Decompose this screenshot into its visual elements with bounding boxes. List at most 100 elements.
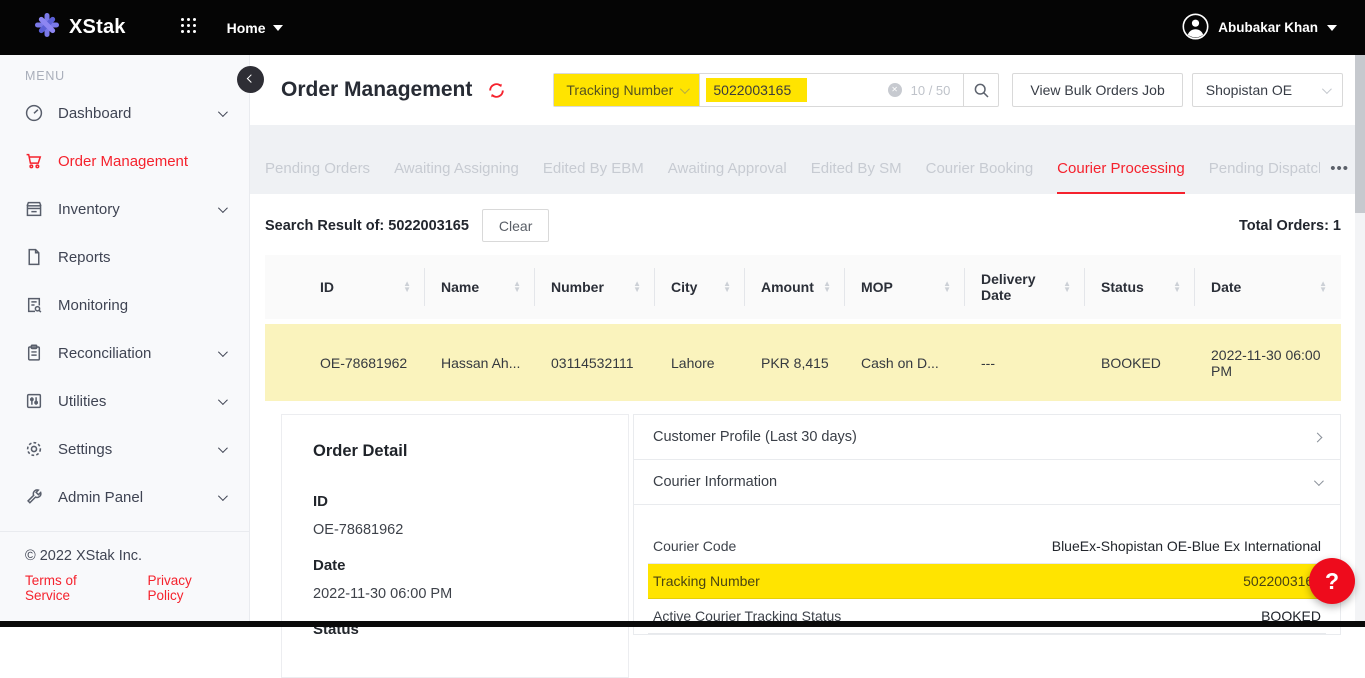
column-header-city[interactable]: City [655,255,745,319]
tracking-status-row: Active Courier Tracking Status BOOKED [648,599,1326,634]
search-button[interactable] [963,74,998,106]
collapse-sidebar-button[interactable] [237,66,264,93]
sidebar-item-monitoring[interactable]: Monitoring [0,281,249,329]
search-filter-select[interactable]: Tracking Number [554,74,700,106]
chevron-down-icon [218,203,228,213]
help-button[interactable]: ? [1309,558,1355,604]
sidebar-item-label: Order Management [58,153,225,170]
chevron-down-icon [1322,84,1332,94]
total-orders-count: Total Orders: 1 [1239,218,1341,234]
sort-icon[interactable] [1063,281,1071,293]
orders-table: ID Name Number City Amount MOP Delivery … [265,255,1341,401]
result-bar: Search Result of: 5022003165 Clear Total… [250,194,1365,253]
sidebar-footer: © 2022 XStak Inc. Terms of Service Priva… [0,531,249,627]
sidebar-item-label: Settings [58,441,203,458]
courier-information-accordion[interactable]: Courier Information [633,459,1341,505]
date-field-label: Date [313,557,597,574]
clear-search-button[interactable]: Clear [482,209,549,242]
sort-icon[interactable] [513,281,521,293]
tab-edited-by-sm[interactable]: Edited By SM [811,144,902,194]
tab-edited-by-ebm[interactable]: Edited By EBM [543,144,644,194]
sidebar-item-label: Monitoring [58,297,225,314]
tab-awaiting-assigning[interactable]: Awaiting Assigning [394,144,519,194]
sidebar-item-admin-panel[interactable]: Admin Panel [0,473,249,521]
tab-pending-dispatch[interactable]: Pending Dispatch [1209,144,1321,194]
tab-pending-orders[interactable]: Pending Orders [265,144,370,194]
sidebar-item-reports[interactable]: Reports [0,233,249,281]
sidebar-item-reconciliation[interactable]: Reconciliation [0,329,249,377]
chevron-down-icon [218,107,228,117]
customer-profile-label: Customer Profile (Last 30 days) [653,429,857,445]
search-input[interactable]: 5022003165 10 / 50 [700,74,963,106]
page-header: Order Management Tracking Number 5022003… [250,55,1365,125]
sliders-icon [25,392,43,410]
chevron-down-icon [218,395,228,405]
sort-icon[interactable] [1319,281,1327,293]
courier-information-body: Courier Code BlueEx-Shopistan OE-Blue Ex… [633,505,1341,635]
sort-icon[interactable] [723,281,731,293]
terms-of-service-link[interactable]: Terms of Service [25,573,117,603]
wrench-icon [25,488,43,506]
id-field-value: OE-78681962 [313,522,597,538]
table-row-selected[interactable]: OE-78681962 Hassan Ah... 03114532111 Lah… [265,324,1341,401]
cell-number: 03114532111 [535,347,655,379]
column-header-delivery-date[interactable]: Delivery Date [965,255,1085,319]
cell-status: BOOKED [1085,347,1195,379]
column-header-id[interactable]: ID [265,255,425,319]
column-header-mop[interactable]: MOP [845,255,965,319]
column-header-name[interactable]: Name [425,255,535,319]
chevron-down-icon [680,84,690,94]
customer-profile-accordion[interactable]: Customer Profile (Last 30 days) [633,414,1341,460]
sidebar-item-label: Dashboard [58,105,203,122]
sidebar-item-label: Reports [58,249,225,266]
courier-information-label: Courier Information [653,474,777,490]
apps-grid-icon[interactable] [180,17,197,39]
scrollbar-thumb[interactable] [1355,55,1365,213]
more-tabs-button[interactable] [1320,144,1353,194]
sort-icon[interactable] [633,281,641,293]
user-menu[interactable]: Abubakar Khan [1182,13,1337,43]
search-query-text: 5022003165 [706,78,807,102]
cart-icon [25,152,43,170]
sort-icon[interactable] [1173,281,1181,293]
sidebar-item-label: Admin Panel [58,489,203,506]
courier-code-row: Courier Code BlueEx-Shopistan OE-Blue Ex… [648,529,1326,564]
tab-awaiting-approval[interactable]: Awaiting Approval [668,144,787,194]
column-header-status[interactable]: Status [1085,255,1195,319]
document-icon [25,248,43,266]
cell-delivery-date: --- [965,347,1085,379]
avatar-icon [1182,13,1209,43]
column-header-number[interactable]: Number [535,255,655,319]
store-icon [25,200,43,218]
menu-label: MENU [25,69,249,83]
privacy-policy-link[interactable]: Privacy Policy [148,573,224,603]
vertical-scrollbar[interactable] [1355,55,1365,627]
home-menu[interactable]: Home [227,20,283,36]
refresh-icon[interactable] [487,81,506,100]
copyright-text: © 2022 XStak Inc. [25,548,224,564]
view-bulk-orders-job-button[interactable]: View Bulk Orders Job [1012,73,1182,107]
cell-mop: Cash on D... [845,347,965,379]
xstak-logo-icon [34,12,60,43]
sidebar-item-label: Reconciliation [58,345,203,362]
chevron-down-icon [218,491,228,501]
cell-name: Hassan Ah... [425,347,535,379]
clear-search-icon[interactable] [888,83,902,97]
cell-id: OE-78681962 [265,347,425,379]
brand-name: XStak [69,16,126,39]
info-panels: Customer Profile (Last 30 days) Courier … [633,414,1341,635]
tab-courier-booking[interactable]: Courier Booking [926,144,1034,194]
column-header-amount[interactable]: Amount [745,255,845,319]
sort-icon[interactable] [823,281,831,293]
sidebar-item-utilities[interactable]: Utilities [0,377,249,425]
store-selector[interactable]: Shopistan OE [1192,73,1343,107]
sidebar-item-order-management[interactable]: Order Management [0,137,249,185]
sort-icon[interactable] [943,281,951,293]
sort-icon[interactable] [403,281,411,293]
sidebar-item-inventory[interactable]: Inventory [0,185,249,233]
sidebar-item-settings[interactable]: Settings [0,425,249,473]
sidebar-item-dashboard[interactable]: Dashboard [0,89,249,137]
column-header-date[interactable]: Date [1195,255,1341,319]
brand-logo[interactable]: XStak [34,12,126,43]
tab-courier-processing[interactable]: Courier Processing [1057,144,1185,194]
